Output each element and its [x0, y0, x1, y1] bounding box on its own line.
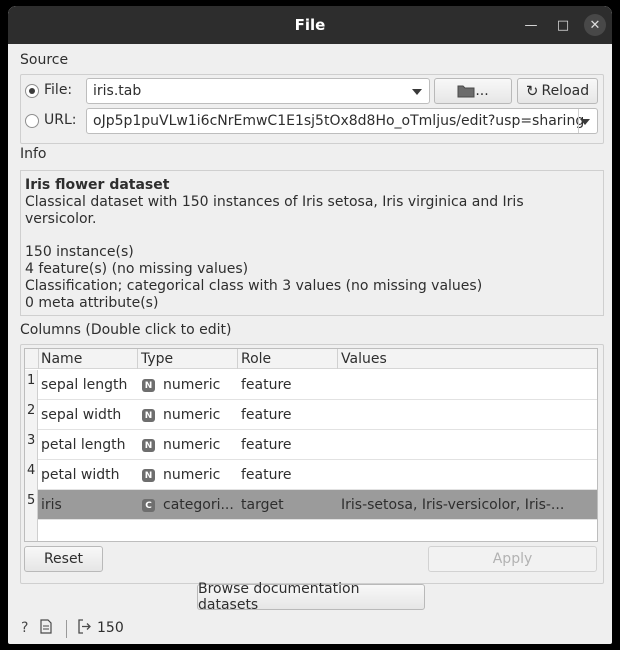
- table-row-selected[interactable]: 5 iris C categori... target Iris-setosa,…: [25, 490, 597, 520]
- table-header: Name Type Role Values: [25, 349, 597, 369]
- status-bar: ? 150: [8, 614, 612, 644]
- report-icon[interactable]: [40, 619, 52, 638]
- column-type[interactable]: numeric: [163, 407, 220, 423]
- column-name[interactable]: sepal length: [41, 377, 127, 393]
- table-row[interactable]: 4 petal width N numeric feature: [25, 460, 597, 490]
- file-combo[interactable]: iris.tab: [86, 78, 430, 104]
- instances-info: 150 instance(s): [25, 244, 134, 260]
- chevron-down-icon: [412, 89, 422, 95]
- row-number: 5: [25, 490, 38, 520]
- columns-label: Columns (Double click to edit): [20, 322, 232, 338]
- column-type[interactable]: categori...: [163, 497, 234, 513]
- header-values[interactable]: Values: [341, 351, 387, 367]
- reload-icon: ↻: [525, 82, 539, 100]
- row-number-empty: [25, 520, 38, 541]
- apply-button[interactable]: Apply: [428, 546, 597, 572]
- numeric-type-icon: N: [142, 439, 155, 452]
- row-number: 4: [25, 460, 38, 490]
- url-radio-label: URL:: [44, 112, 77, 128]
- chevron-down-icon: [580, 119, 590, 125]
- column-name[interactable]: sepal width: [41, 407, 121, 423]
- column-role[interactable]: feature: [241, 467, 292, 483]
- column-role[interactable]: target: [241, 497, 284, 513]
- file-radio-label: File:: [44, 82, 73, 98]
- column-values[interactable]: Iris-setosa, Iris-versicolor, Iris-...: [341, 497, 564, 513]
- browse-documentation-datasets-button[interactable]: Browse documentation datasets: [197, 581, 425, 613]
- url-combo[interactable]: oJp5p1puVLw1i6cNrEmwC1E1sj5tOx8d8Ho_oTml…: [86, 108, 598, 134]
- column-type[interactable]: numeric: [163, 467, 220, 483]
- reload-button-label: Reload: [541, 83, 590, 99]
- file-widget-window: File — □ ✕ Source File: iris.tab ... ↻ R…: [8, 6, 612, 644]
- header-name[interactable]: Name: [41, 351, 82, 367]
- browse-file-button[interactable]: ...: [434, 78, 512, 104]
- table-row[interactable]: 1 sepal length N numeric feature: [25, 370, 597, 400]
- help-icon[interactable]: ?: [21, 620, 28, 636]
- file-combo-value: iris.tab: [93, 83, 142, 99]
- table-row[interactable]: 3 petal length N numeric feature: [25, 430, 597, 460]
- column-type[interactable]: numeric: [163, 437, 220, 453]
- row-number: 3: [25, 430, 38, 460]
- output-icon: [78, 619, 92, 638]
- meta-info: 0 meta attribute(s): [25, 295, 159, 311]
- browse-button-label: ...: [475, 83, 489, 99]
- column-name[interactable]: iris: [41, 497, 62, 513]
- header-role[interactable]: Role: [241, 351, 271, 367]
- row-number: 1: [25, 370, 38, 400]
- dataset-title: Iris flower dataset: [25, 177, 170, 193]
- categorical-type-icon: C: [142, 499, 155, 512]
- numeric-type-icon: N: [142, 409, 155, 422]
- dataset-description: Classical dataset with 150 instances of …: [25, 194, 524, 227]
- table-row[interactable]: 2 sepal width N numeric feature: [25, 400, 597, 430]
- column-role[interactable]: feature: [241, 377, 292, 393]
- maximize-icon[interactable]: □: [552, 14, 574, 36]
- file-radio[interactable]: [25, 84, 39, 98]
- columns-table[interactable]: Name Type Role Values 1 sepal length N n…: [24, 348, 598, 542]
- reset-button[interactable]: Reset: [24, 546, 103, 572]
- column-name[interactable]: petal width: [41, 467, 120, 483]
- info-box: Iris flower dataset Classical dataset wi…: [20, 170, 604, 316]
- close-icon[interactable]: ✕: [584, 14, 606, 36]
- column-role[interactable]: feature: [241, 407, 292, 423]
- minimize-icon[interactable]: —: [520, 14, 542, 36]
- column-role[interactable]: feature: [241, 437, 292, 453]
- url-combo-value: oJp5p1puVLw1i6cNrEmwC1E1sj5tOx8d8Ho_oTml…: [93, 113, 585, 129]
- folder-icon: [457, 85, 475, 98]
- features-info: 4 feature(s) (no missing values): [25, 261, 249, 277]
- table-row-empty: [25, 520, 597, 541]
- column-type[interactable]: numeric: [163, 377, 220, 393]
- numeric-type-icon: N: [142, 379, 155, 392]
- row-number: 2: [25, 400, 38, 430]
- info-label: Info: [20, 146, 47, 162]
- numeric-type-icon: N: [142, 469, 155, 482]
- url-radio[interactable]: [25, 114, 39, 128]
- reload-button[interactable]: ↻ Reload: [517, 78, 598, 104]
- title-bar[interactable]: File — □ ✕: [8, 6, 612, 44]
- classification-info: Classification; categorical class with 3…: [25, 278, 483, 294]
- column-name[interactable]: petal length: [41, 437, 126, 453]
- output-count: 150: [97, 620, 124, 636]
- header-type[interactable]: Type: [141, 351, 173, 367]
- source-label: Source: [20, 52, 69, 68]
